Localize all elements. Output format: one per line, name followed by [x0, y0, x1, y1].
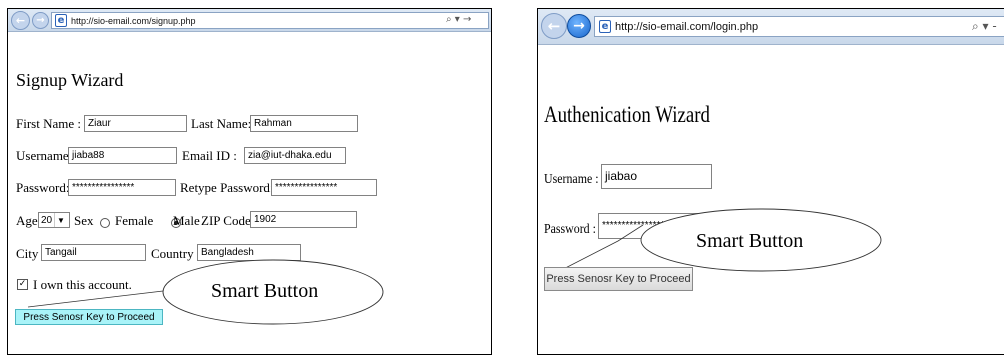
proceed-button[interactable]: Press Senosr Key to Proceed	[544, 267, 693, 291]
proceed-button[interactable]: Press Senosr Key to Proceed	[15, 309, 163, 325]
smart-button-callout	[543, 208, 882, 280]
auth-browser-window: ← → e http://sio-email.com/login.php ⌕ ▾…	[537, 8, 1004, 355]
smart-button-callout-label: Smart Button	[696, 230, 804, 252]
smart-button-callout-label: Smart Button	[211, 280, 319, 302]
smart-button-callout	[27, 259, 384, 325]
signup-browser-window: ← → e http://sio-email.com/signup.php ⌕ …	[7, 8, 492, 355]
